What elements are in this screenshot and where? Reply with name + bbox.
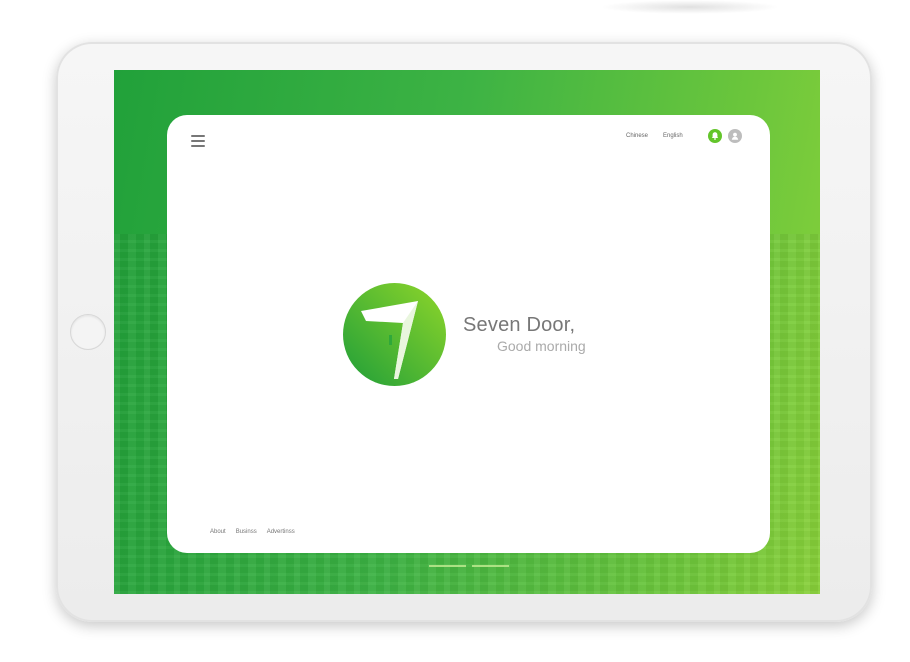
- tablet-home-button[interactable]: [70, 314, 106, 350]
- carousel-indicator[interactable]: [472, 565, 509, 567]
- tablet-frame: Chinese English Seven Door, Good morning…: [56, 42, 872, 622]
- language-chinese[interactable]: Chinese: [623, 132, 651, 140]
- brand-greeting: Seven Door,: [463, 314, 576, 336]
- user-icon[interactable]: [728, 129, 742, 143]
- main-card: Chinese English Seven Door, Good morning…: [167, 115, 770, 553]
- carousel-indicator[interactable]: [429, 565, 466, 567]
- language-english[interactable]: English: [660, 132, 686, 140]
- bell-icon[interactable]: [708, 129, 722, 143]
- seven-door-logo-icon: [343, 283, 446, 386]
- tablet-shadow: [600, 0, 780, 14]
- footer-link-advertising[interactable]: Advertinss: [267, 529, 295, 535]
- footer-links: About Businss Advertinss: [210, 529, 295, 535]
- footer-link-business[interactable]: Businss: [236, 529, 257, 535]
- hamburger-menu-icon[interactable]: [191, 135, 205, 147]
- carousel-indicators: [429, 565, 509, 567]
- screen: Chinese English Seven Door, Good morning…: [114, 70, 820, 594]
- footer-link-about[interactable]: About: [210, 529, 226, 535]
- greeting-text: Good morning: [497, 338, 586, 354]
